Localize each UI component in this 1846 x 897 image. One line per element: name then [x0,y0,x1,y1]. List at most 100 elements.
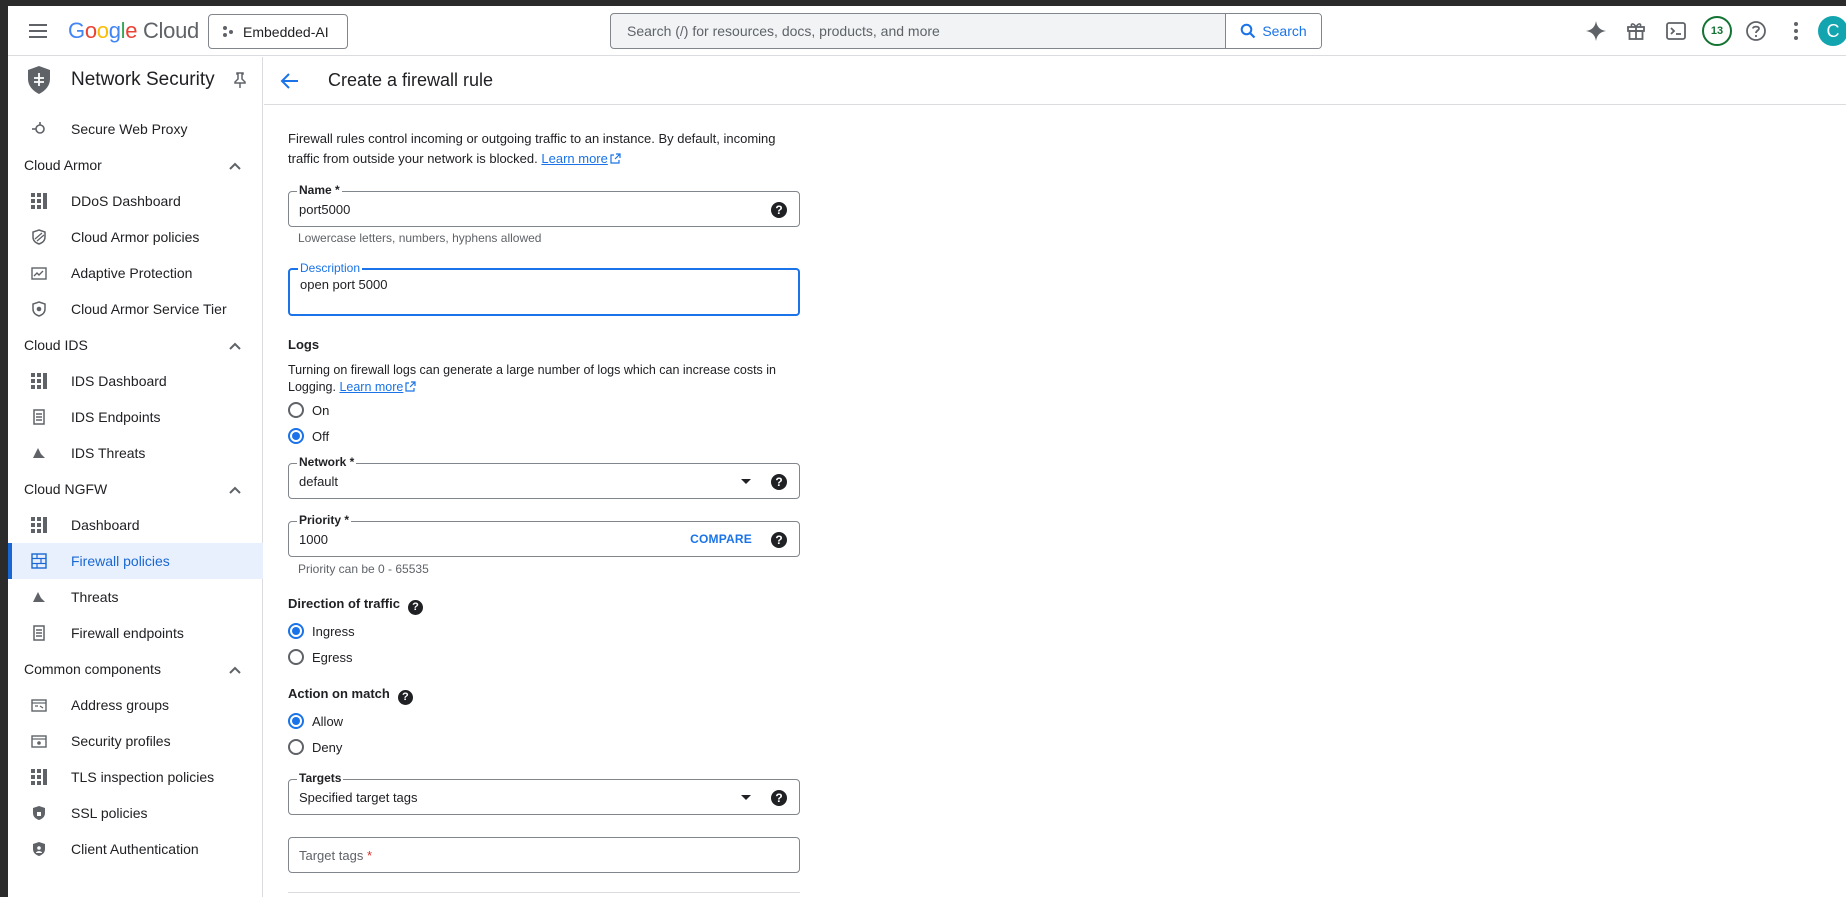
adaptive-chart-icon [30,264,48,282]
armor-shield-icon [30,228,48,246]
priority-value: 1000 [299,532,328,547]
sidebar-section-common-components[interactable]: Common components [8,651,263,687]
external-link-icon [405,381,416,392]
sidebar-item-dashboard[interactable]: Dashboard [8,507,263,543]
help-icon[interactable] [1742,17,1770,45]
sidebar-item-tls-inspection-policies[interactable]: TLS inspection policies [8,759,263,795]
action-help-icon[interactable]: ? [397,689,413,705]
window-frame-left [0,0,8,897]
sidebar-nav-list: Secure Web Proxy Cloud Armor DDoS Dashboar… [8,111,263,867]
sidebar-item-ssl-policies[interactable]: SSL policies [8,795,263,831]
logs-radio-on[interactable]: On [288,400,329,420]
required-mark: * [366,848,373,863]
description-field[interactable]: Description open port 5000 [288,261,800,316]
threat-icon [30,588,48,606]
sidebar-item-ids-dashboard[interactable]: IDS Dashboard [8,363,263,399]
sidebar-item-ids-endpoints[interactable]: IDS Endpoints [8,399,263,435]
action-radio-deny[interactable]: Deny [288,737,342,757]
sidebar-item-label: Firewall endpoints [71,625,184,641]
learn-more-link[interactable]: Learn more [541,151,607,166]
compare-button[interactable]: COMPARE [690,532,752,546]
sidebar-title: Network Security [71,69,215,90]
firewall-grid-icon [30,552,48,570]
search-button-label: Search [1262,23,1307,39]
network-value: default [299,474,339,489]
google-cloud-logo[interactable]: Google Cloud [68,18,199,44]
sidebar-item-adaptive-protection[interactable]: Adaptive Protection [8,255,263,291]
project-icon [223,25,235,38]
sidebar-item-ddos-dashboard[interactable]: DDoS Dashboard [8,183,263,219]
sidebar-item-label: Address groups [71,697,170,713]
sidebar-item-label: Cloud Armor policies [71,229,200,245]
notifications-badge[interactable]: 13 [1702,16,1732,46]
service-tier-shield-icon [30,300,48,318]
top-bar-actions: 13 [1582,16,1822,46]
sidebar-item-firewall-policies[interactable]: Firewall policies [8,543,263,579]
sidebar-item-secure-web-proxy[interactable]: Secure Web Proxy [8,111,263,147]
sidebar-section-label: Cloud NGFW [24,481,108,497]
radio-circle [288,649,304,665]
proxy-icon [30,120,48,138]
network-help-icon[interactable]: ? [771,474,787,490]
targets-select[interactable]: Targets Specified target tags ? [288,771,800,815]
direction-radio-egress[interactable]: Egress [288,647,352,667]
description-label: Description [298,261,363,275]
priority-hint: Priority can be 0 - 65535 [298,562,429,576]
logs-description: Turning on firewall logs can generate a … [288,363,776,394]
targets-help-icon[interactable]: ? [771,790,787,806]
dropdown-arrow-icon[interactable] [741,479,751,484]
network-security-shield-icon [28,66,50,94]
address-group-icon [30,696,48,714]
action-radio-allow[interactable]: Allow [288,711,343,731]
priority-field[interactable]: Priority * 1000 COMPARE ? [288,513,800,557]
back-arrow-icon[interactable] [278,69,302,93]
sidebar-item-threats[interactable]: Threats [8,579,263,615]
chevron-up-icon[interactable] [229,481,241,497]
sidebar-item-label: IDS Threats [71,445,146,461]
sidebar-section-cloud-armor[interactable]: Cloud Armor [8,147,263,183]
name-field[interactable]: Name * port5000 ? [288,183,800,227]
chevron-up-icon[interactable] [229,157,241,173]
name-label: Name * [297,183,342,197]
gift-icon[interactable] [1622,17,1650,45]
more-vert-icon[interactable] [1782,17,1810,45]
threat-icon [30,444,48,462]
search-button[interactable]: Search [1225,14,1321,48]
sidebar-section-cloud-ids[interactable]: Cloud IDS [8,327,263,363]
sidebar-item-security-profiles[interactable]: Security profiles [8,723,263,759]
logs-radio-off[interactable]: Off [288,426,329,446]
direction-help-icon[interactable]: ? [407,599,423,615]
pin-icon[interactable] [232,71,248,89]
sidebar-item-address-groups[interactable]: Address groups [8,687,263,723]
intro-text: Firewall rules control incoming or outgo… [288,131,776,166]
search-input[interactable] [611,14,1217,48]
dashboard-icon [30,768,48,786]
target-tags-input[interactable]: Target tags * [288,837,800,873]
cloud-shell-terminal-icon[interactable] [1662,17,1690,45]
gemini-sparkle-icon[interactable] [1582,17,1610,45]
sidebar-item-ids-threats[interactable]: IDS Threats [8,435,263,471]
sidebar-item-cloud-armor-service-tier[interactable]: Cloud Armor Service Tier [8,291,263,327]
sidebar-item-label: TLS inspection policies [71,769,215,785]
targets-value: Specified target tags [299,790,418,805]
logs-learn-more-link[interactable]: Learn more [339,380,403,394]
project-picker-button[interactable]: Embedded-AI [208,14,348,49]
dropdown-arrow-icon[interactable] [741,795,751,800]
name-help-icon[interactable]: ? [771,202,787,218]
chevron-up-icon[interactable] [229,661,241,677]
sidebar-section-cloud-ngfw[interactable]: Cloud NGFW [8,471,263,507]
radio-circle [288,402,304,418]
chevron-up-icon[interactable] [229,337,241,353]
account-avatar[interactable]: C [1818,16,1846,46]
external-link-icon [610,153,621,164]
main-menu-icon[interactable] [26,19,50,43]
direction-radio-ingress[interactable]: Ingress [288,621,355,641]
sidebar-item-firewall-endpoints[interactable]: Firewall endpoints [8,615,263,651]
network-select[interactable]: Network * default ? [288,455,800,499]
direction-title: Direction of traffic? [288,596,423,615]
sidebar-item-client-authentication[interactable]: Client Authentication [8,831,263,867]
priority-help-icon[interactable]: ? [771,532,787,548]
sidebar-item-cloud-armor-policies[interactable]: Cloud Armor policies [8,219,263,255]
target-tags-placeholder: Target tags [299,848,364,863]
sidebar-item-label: IDS Dashboard [71,373,167,389]
